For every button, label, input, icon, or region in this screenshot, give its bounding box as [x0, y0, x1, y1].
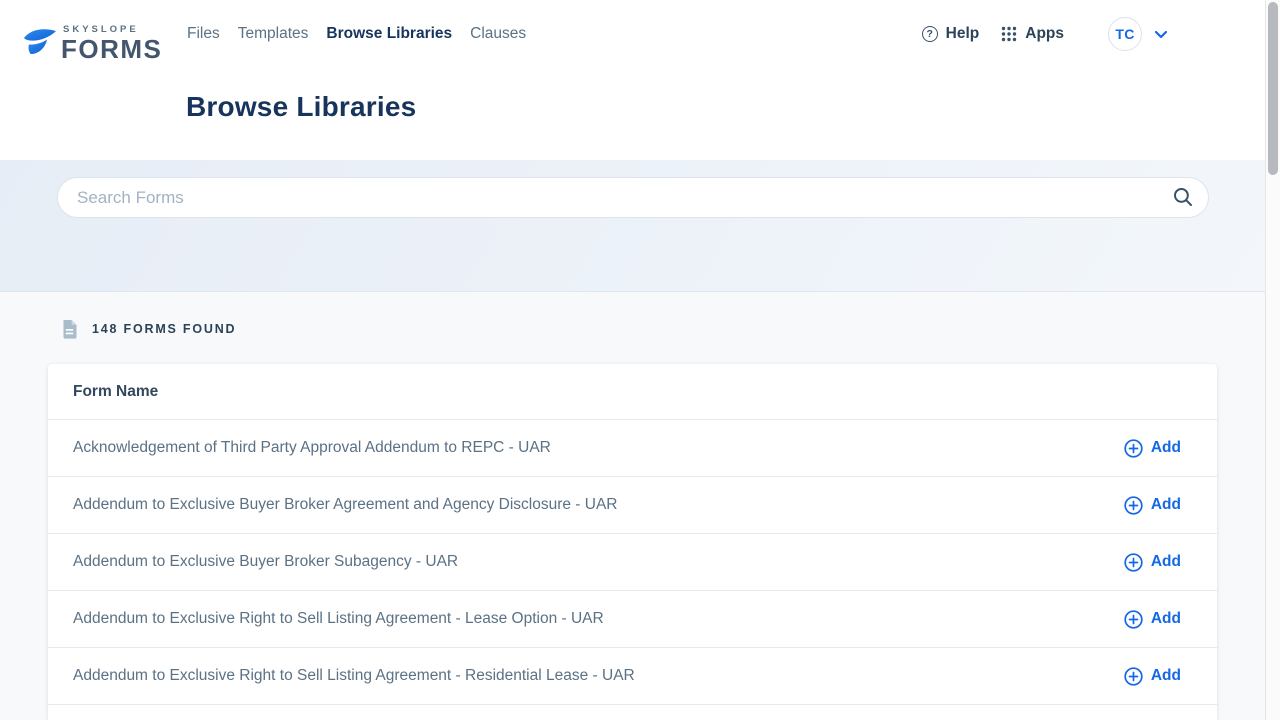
- add-form-button[interactable]: Add: [1124, 610, 1181, 629]
- search-icon[interactable]: [1173, 187, 1193, 207]
- form-name: Addendum to Exclusive Right to Sell List…: [73, 610, 604, 628]
- help-label: Help: [946, 25, 980, 43]
- plus-circle-icon: [1124, 667, 1143, 686]
- add-button-label: Add: [1151, 439, 1181, 457]
- primary-nav: Files Templates Browse Libraries Clauses: [187, 25, 526, 43]
- form-row: Addendum to Exclusive Buyer Broker Agree…: [48, 477, 1217, 534]
- help-question-icon: ?: [922, 26, 938, 42]
- apps-button[interactable]: Apps: [1001, 25, 1064, 43]
- form-row: Addendum to Exclusive Buyer Broker Subag…: [48, 534, 1217, 591]
- form-name: Addendum to Exclusive Buyer Broker Subag…: [73, 553, 458, 571]
- search-input[interactable]: [57, 177, 1209, 218]
- form-row: Addendum to Exclusive Right to Sell List…: [48, 591, 1217, 648]
- form-name-column-header: Form Name: [73, 383, 158, 401]
- nav-item-files[interactable]: Files: [187, 25, 220, 43]
- chevron-down-icon: [1154, 30, 1168, 39]
- page-title: Browse Libraries: [186, 91, 416, 123]
- apps-label: Apps: [1025, 25, 1064, 43]
- plus-circle-icon: [1124, 553, 1143, 572]
- skyslope-forms-app: SKYSLOPE FORMS Files Templates Browse Li…: [0, 0, 1280, 720]
- logo-forms-text: FORMS: [61, 36, 162, 62]
- add-button-label: Add: [1151, 553, 1181, 571]
- form-row: Acknowledgement of Third Party Approval …: [48, 420, 1217, 477]
- results-count-label: 148 FORMS FOUND: [92, 322, 236, 336]
- page-scrollbar-track[interactable]: [1265, 0, 1280, 720]
- nav-item-clauses[interactable]: Clauses: [470, 25, 526, 43]
- forms-table-header: Form Name: [48, 364, 1217, 420]
- header-right-controls: ? Help Apps TC: [922, 17, 1168, 51]
- document-icon: [61, 318, 78, 339]
- skyslope-swoosh-icon: [22, 27, 58, 59]
- plus-circle-icon: [1124, 439, 1143, 458]
- add-button-label: Add: [1151, 496, 1181, 514]
- skyslope-forms-logo[interactable]: SKYSLOPE FORMS: [22, 25, 162, 62]
- app-header: SKYSLOPE FORMS Files Templates Browse Li…: [0, 0, 1265, 160]
- add-form-button[interactable]: Add: [1124, 439, 1181, 458]
- add-form-button[interactable]: Add: [1124, 496, 1181, 515]
- form-name: Addendum to Exclusive Right to Sell List…: [73, 667, 635, 685]
- logo-wordmark: SKYSLOPE FORMS: [61, 25, 162, 62]
- add-form-button[interactable]: Add: [1124, 667, 1181, 686]
- results-count-row: 148 FORMS FOUND: [61, 318, 236, 339]
- add-button-label: Add: [1151, 667, 1181, 685]
- search-form: [57, 177, 1209, 218]
- page-scrollbar-thumb[interactable]: [1268, 2, 1278, 175]
- form-name: Acknowledgement of Third Party Approval …: [73, 439, 551, 457]
- nav-item-templates[interactable]: Templates: [238, 25, 309, 43]
- form-name: Addendum to Exclusive Buyer Broker Agree…: [73, 496, 617, 514]
- user-avatar[interactable]: TC: [1108, 17, 1142, 51]
- results-section: 148 FORMS FOUND Form Name Acknowledgemen…: [0, 293, 1265, 720]
- search-filter-section: Filter results by: All libraries: [0, 160, 1265, 292]
- plus-circle-icon: [1124, 496, 1143, 515]
- add-button-label: Add: [1151, 610, 1181, 628]
- help-button[interactable]: ? Help: [922, 25, 980, 43]
- account-menu-toggle[interactable]: [1154, 30, 1168, 39]
- form-row-partial: [48, 705, 1217, 720]
- form-row: Addendum to Exclusive Right to Sell List…: [48, 648, 1217, 705]
- add-form-button[interactable]: Add: [1124, 553, 1181, 572]
- forms-list-card: Form Name Acknowledgement of Third Party…: [48, 364, 1217, 720]
- plus-circle-icon: [1124, 610, 1143, 629]
- apps-grid-icon: [1001, 26, 1017, 42]
- nav-item-browse-libraries[interactable]: Browse Libraries: [326, 25, 452, 43]
